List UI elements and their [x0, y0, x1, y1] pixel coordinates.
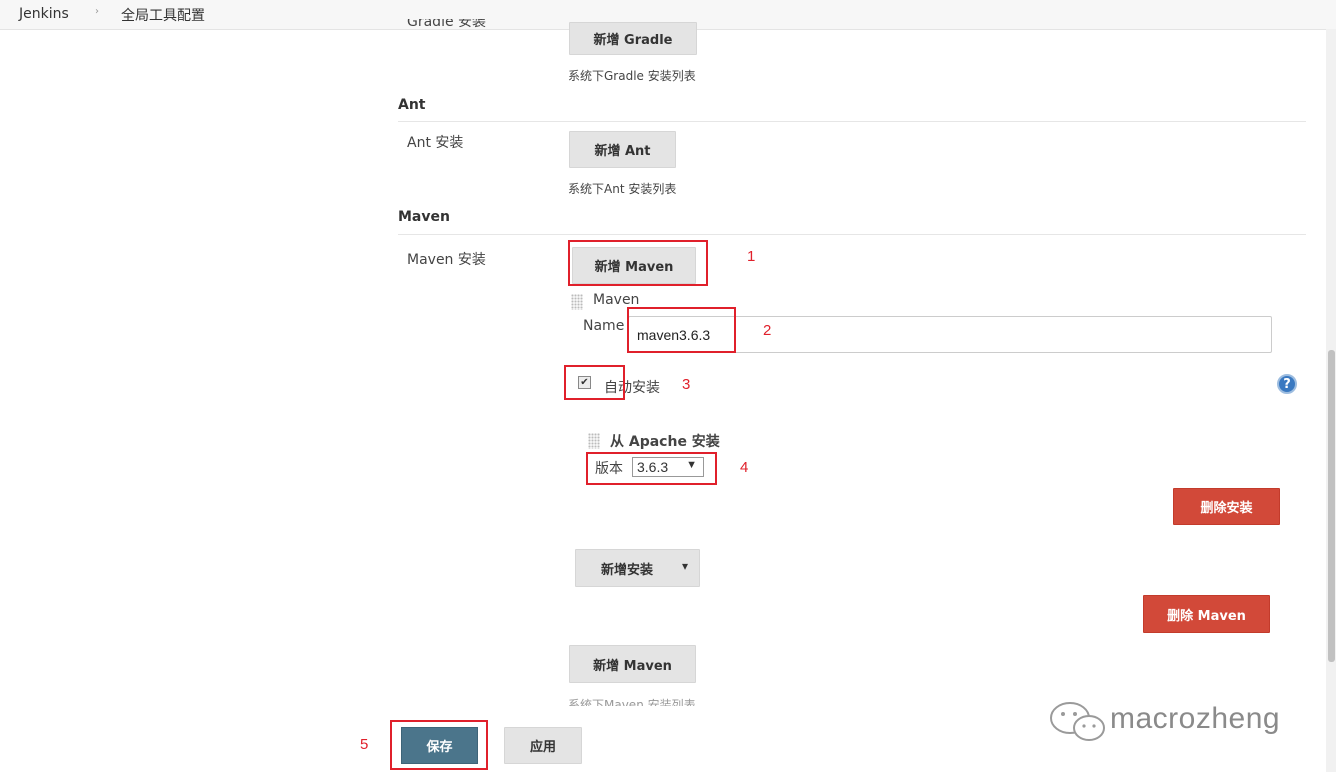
maven-install-label: Maven 安装	[407, 252, 486, 268]
gradle-install-label: Gradle 安装	[407, 19, 487, 29]
maven-divider	[398, 234, 1306, 235]
add-gradle-button[interactable]: 新增 Gradle	[569, 22, 697, 55]
breadcrumb-current-page[interactable]: 全局工具配置	[121, 5, 205, 25]
add-ant-button[interactable]: 新增 Ant	[569, 131, 676, 168]
ant-install-label: Ant 安装	[407, 135, 464, 151]
annotation-number-3: 3	[682, 376, 691, 393]
help-icon[interactable]: ?	[1277, 374, 1297, 394]
gradle-description: 系统下Gradle 安装列表	[568, 69, 696, 83]
annotation-box-1	[568, 240, 708, 286]
add-installer-dropdown[interactable]: 新增安装 ▾	[575, 549, 700, 587]
delete-installer-button[interactable]: 删除安装	[1173, 488, 1280, 525]
apply-button[interactable]: 应用	[504, 727, 582, 764]
annotation-number-1: 1	[747, 248, 756, 265]
breadcrumb-separator-icon: ›	[95, 6, 99, 17]
name-label: Name	[583, 318, 625, 334]
watermark-text: macrozheng	[1110, 702, 1281, 735]
drag-handle-icon[interactable]	[571, 294, 583, 310]
annotation-box-5	[390, 720, 488, 770]
ant-description: 系统下Ant 安装列表	[568, 182, 677, 196]
annotation-number-2: 2	[763, 322, 772, 339]
installer-drag-handle-icon[interactable]	[588, 433, 600, 449]
dropdown-arrow-icon: ▾	[681, 559, 688, 573]
annotation-number-5: 5	[360, 736, 369, 753]
annotation-box-3	[564, 365, 625, 400]
add-installer-label: 新增安装	[601, 562, 654, 578]
ant-section-title: Ant	[398, 97, 426, 113]
annotation-box-2	[627, 307, 736, 353]
add-maven-button-bottom[interactable]: 新增 Maven	[569, 645, 696, 683]
annotation-number-4: 4	[740, 459, 749, 476]
scrollbar-thumb[interactable]	[1328, 350, 1335, 662]
delete-maven-button[interactable]: 删除 Maven	[1143, 595, 1270, 633]
installer-title: 从 Apache 安装	[610, 434, 720, 450]
annotation-box-4	[586, 452, 717, 485]
maven-description: 系统下Maven 安装列表	[568, 698, 696, 706]
ant-divider	[398, 121, 1306, 122]
maven-section-title: Maven	[398, 209, 450, 225]
maven-item-title: Maven	[593, 292, 640, 308]
breadcrumb-jenkins-link[interactable]: Jenkins	[19, 6, 69, 22]
